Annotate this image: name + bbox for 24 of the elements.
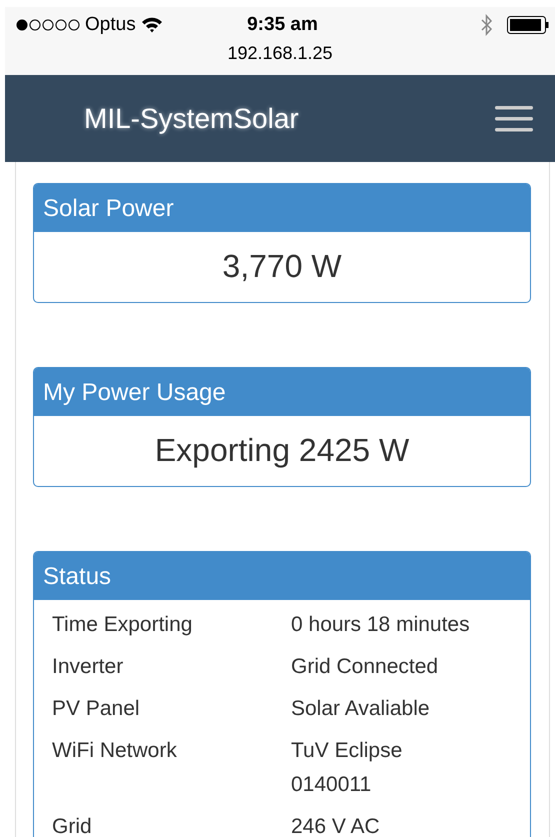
site-title[interactable]: MIL-SystemSolar: [84, 102, 495, 134]
panel-heading: Solar Power: [34, 184, 530, 232]
status-label: Time Exporting: [52, 612, 194, 638]
carrier-name: Optus: [85, 14, 136, 36]
status-value: 246 V AC: [291, 814, 381, 837]
status-value: TuV Eclipse 0140011: [291, 738, 404, 798]
bluetooth-icon: [481, 14, 494, 36]
panel-value: 3,770 W: [221, 247, 343, 286]
status-label: PV Panel: [52, 696, 141, 722]
status-label: WiFi Network: [52, 738, 178, 764]
status-value: Solar Avaliable: [291, 696, 431, 722]
panel-heading: Status: [34, 552, 530, 600]
panel-heading: My Power Usage: [34, 368, 530, 416]
status-value: 0 hours 18 minutes: [291, 612, 471, 638]
menu-icon[interactable]: [495, 106, 533, 132]
signal-icon: [16, 19, 80, 31]
status-label: Grid: [52, 814, 93, 837]
clock-time: 9:35 am: [246, 14, 319, 36]
battery-icon: [507, 16, 550, 34]
status-label: Inverter: [52, 654, 124, 680]
wifi-icon: [140, 17, 163, 33]
panel-value: Exporting 2425 W: [154, 431, 410, 470]
page-address: 192.168.1.25: [226, 43, 334, 64]
status-value: Grid Connected: [291, 654, 440, 680]
